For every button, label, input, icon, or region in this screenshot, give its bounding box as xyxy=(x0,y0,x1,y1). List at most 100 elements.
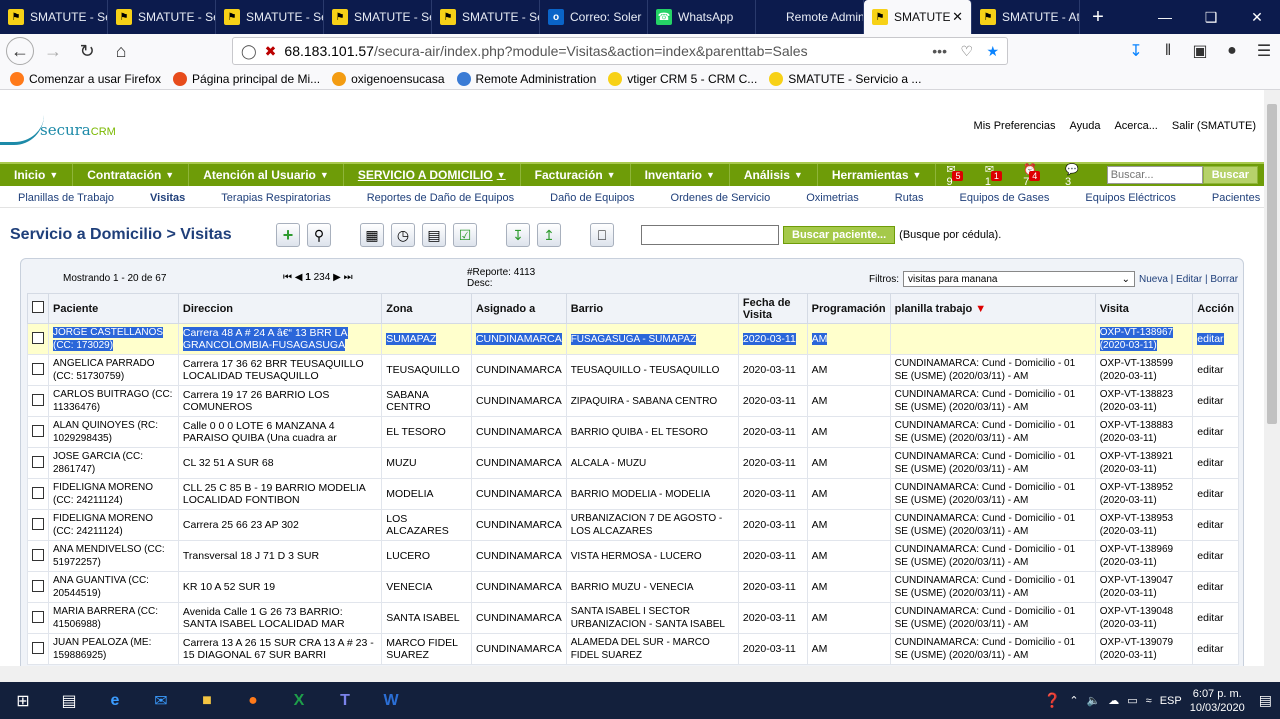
table-row[interactable]: JOSE GARCIA (CC: 2861747) CL 32 51 A SUR … xyxy=(27,447,1239,479)
cell-accion-text[interactable]: editar xyxy=(1197,581,1223,593)
firefox-icon[interactable]: ● xyxy=(230,682,276,719)
clipboard-icon[interactable]: ☑ xyxy=(453,223,477,247)
volume-icon[interactable]: 🔈 xyxy=(1087,694,1101,707)
column-header[interactable]: Barrio xyxy=(565,293,739,324)
cell-accion-text[interactable]: editar xyxy=(1197,364,1223,376)
row-checkbox[interactable] xyxy=(32,610,44,623)
table-row[interactable]: MARIA BARRERA (CC: 41506988) Avenida Call… xyxy=(27,602,1239,634)
first-page-icon[interactable]: ⏮ xyxy=(283,272,292,283)
calculator-icon[interactable]: ▤ xyxy=(422,223,446,247)
submenu-item[interactable]: Terapias Respiratorias xyxy=(203,192,348,204)
notifications-icon[interactable]: ▤ xyxy=(1259,692,1272,709)
global-search-button[interactable]: Buscar xyxy=(1202,166,1258,184)
cell-accion-text[interactable]: editar xyxy=(1197,550,1223,562)
table-row[interactable]: FIDELIGNA MORENO (CC: 24211124) CLL 25 C … xyxy=(27,478,1239,510)
input-language[interactable]: ESP xyxy=(1160,695,1182,707)
monitor-icon[interactable]: ⎕ xyxy=(590,223,614,247)
bookmark-item[interactable]: vtiger CRM 5 - CRM C... xyxy=(608,71,757,86)
cell-visita-text[interactable]: OXP-VT-138883 (2020-03-11) xyxy=(1100,420,1173,444)
cell-accion-text[interactable]: editar xyxy=(1197,395,1223,407)
last-page-icon[interactable]: ⏭ xyxy=(344,272,353,283)
column-header[interactable]: planilla trabajo ▼ xyxy=(889,293,1096,324)
browser-tab[interactable]: ⚑ SMATUTE - Se xyxy=(216,0,324,34)
row-checkbox[interactable] xyxy=(32,362,44,375)
cell-visita-text[interactable]: OXP-VT-139079 (2020-03-11) xyxy=(1100,637,1173,661)
cell-paciente-text[interactable]: CARLOS BUITRAGO (CC: 11336476) xyxy=(53,389,172,413)
cell-visita-text[interactable]: OXP-VT-138967 (2020-03-11) xyxy=(1099,327,1174,351)
menu-servicio-a-domicilio[interactable]: SERVICIO A DOMICILIO ▼ xyxy=(344,164,521,186)
account-icon[interactable]: ● xyxy=(1216,42,1248,60)
help-icon[interactable]: ❓ xyxy=(1044,692,1061,709)
inbox-icon[interactable]: ✉ 95 xyxy=(946,163,974,188)
teams-icon[interactable]: T xyxy=(322,682,368,719)
submenu-item[interactable]: Pacientes xyxy=(1194,192,1264,204)
home-icon[interactable]: ⌂ xyxy=(106,36,136,66)
global-search-input[interactable] xyxy=(1106,166,1203,184)
row-checkbox[interactable] xyxy=(32,517,44,530)
browser-tab[interactable]: ⚑ SMATUTE - Se xyxy=(0,0,108,34)
excel-icon[interactable]: X xyxy=(276,682,322,719)
submenu-item[interactable]: Planillas de Trabajo xyxy=(0,192,132,204)
task-icon[interactable]: ✉ 11 xyxy=(985,163,1013,188)
cell-accion-text[interactable]: editar xyxy=(1197,333,1224,345)
submenu-item[interactable]: Reportes de Daño de Equipos xyxy=(349,192,532,204)
table-row[interactable]: ALAN QUINOYES (RC: 1029298435) Calle 0 0 … xyxy=(27,416,1239,448)
mail-icon[interactable]: ✉ xyxy=(138,682,184,719)
cell-paciente-text[interactable]: ALAN QUINOYES (RC: 1029298435) xyxy=(53,420,158,444)
column-header[interactable]: Programación xyxy=(806,293,891,324)
cell-paciente-text[interactable]: MARIA BARRERA (CC: 41506988) xyxy=(53,606,158,630)
new-tab-button[interactable]: + xyxy=(1080,0,1116,34)
row-checkbox[interactable] xyxy=(32,548,44,561)
cell-visita-text[interactable]: OXP-VT-138823 (2020-03-11) xyxy=(1100,389,1173,413)
word-icon[interactable]: W xyxy=(368,682,414,719)
column-header[interactable]: Direccion xyxy=(177,293,383,324)
cell-paciente-text[interactable]: ANA MENDIVELSO (CC: 51972257) xyxy=(53,544,165,568)
menu-atenci-n-al-usuario[interactable]: Atención al Usuario ▼ xyxy=(189,164,344,186)
windows-start-icon[interactable]: ⊞ xyxy=(0,682,46,719)
browser-tab[interactable]: Remote Administ xyxy=(756,0,864,34)
row-checkbox[interactable] xyxy=(32,393,44,406)
column-header[interactable]: Acción xyxy=(1192,293,1239,324)
chat-icon[interactable]: 💬 3 xyxy=(1065,163,1097,188)
cell-paciente-text[interactable]: FIDELIGNA MORENO (CC: 24211124) xyxy=(53,513,153,537)
row-checkbox[interactable] xyxy=(32,424,44,437)
page-actions-icon[interactable]: ••• xyxy=(932,43,947,59)
horizontal-scrollbar[interactable] xyxy=(0,666,1280,682)
browser-tab[interactable]: ☎ WhatsApp xyxy=(648,0,756,34)
row-checkbox[interactable] xyxy=(32,641,44,654)
menu-an-lisis[interactable]: Análisis ▼ xyxy=(730,164,818,186)
edge-icon[interactable]: e xyxy=(92,682,138,719)
bookmark-item[interactable]: Página principal de Mi... xyxy=(173,71,320,86)
cell-accion-text[interactable]: editar xyxy=(1197,612,1223,624)
bookmark-item[interactable]: Comenzar a usar Firefox xyxy=(10,71,161,86)
table-row[interactable]: JORGE CASTELLANOS (CC: 173029) Carrera 48… xyxy=(27,323,1239,355)
cell-accion-text[interactable]: editar xyxy=(1197,426,1223,438)
bookmark-item[interactable]: Remote Administration xyxy=(456,71,596,86)
cell-accion-text[interactable]: editar xyxy=(1197,457,1223,469)
row-checkbox[interactable] xyxy=(32,579,44,592)
cell-paciente-text[interactable]: JORGE CASTELLANOS (CC: 173029) xyxy=(53,327,164,351)
cell-visita-text[interactable]: OXP-VT-138952 (2020-03-11) xyxy=(1100,482,1173,506)
pocket-icon[interactable]: ♡ xyxy=(960,43,973,60)
bookmark-item[interactable]: oxigenoensucasa xyxy=(332,71,445,86)
submenu-item[interactable]: Ordenes de Servicio xyxy=(653,192,789,204)
forward-icon[interactable]: → xyxy=(38,36,68,66)
cell-paciente-text[interactable]: ANGELICA PARRADO (CC: 51730759) xyxy=(53,358,155,382)
patient-search-button[interactable]: Buscar paciente... xyxy=(783,226,896,244)
table-row[interactable]: JUAN PEALOZA (ME: 159886925) Carrera 13 A… xyxy=(27,633,1239,665)
scroll-thumb[interactable] xyxy=(1267,104,1277,424)
tray-chevron-icon[interactable]: ⌃ xyxy=(1069,694,1078,707)
maximize-icon[interactable]: ❑ xyxy=(1188,0,1234,34)
submenu-item[interactable]: Rutas xyxy=(877,192,942,204)
add-icon[interactable]: + xyxy=(276,223,300,247)
page-4[interactable]: 4 xyxy=(325,272,331,283)
table-row[interactable]: ANA GUANTIVA (CC: 20544519) KR 10 A 52 SU… xyxy=(27,571,1239,603)
menu-icon[interactable]: ☰ xyxy=(1248,41,1280,61)
sidebar-icon[interactable]: ▣ xyxy=(1184,41,1216,61)
menu-inicio[interactable]: Inicio ▼ xyxy=(0,164,74,186)
download-icon[interactable]: ↧ xyxy=(1120,41,1152,61)
filter-actions[interactable]: Nueva | Editar | Borrar xyxy=(1139,274,1238,285)
menu-inventario[interactable]: Inventario ▼ xyxy=(631,164,730,186)
cell-accion-text[interactable]: editar xyxy=(1197,643,1223,655)
minimize-icon[interactable]: — xyxy=(1142,0,1188,34)
